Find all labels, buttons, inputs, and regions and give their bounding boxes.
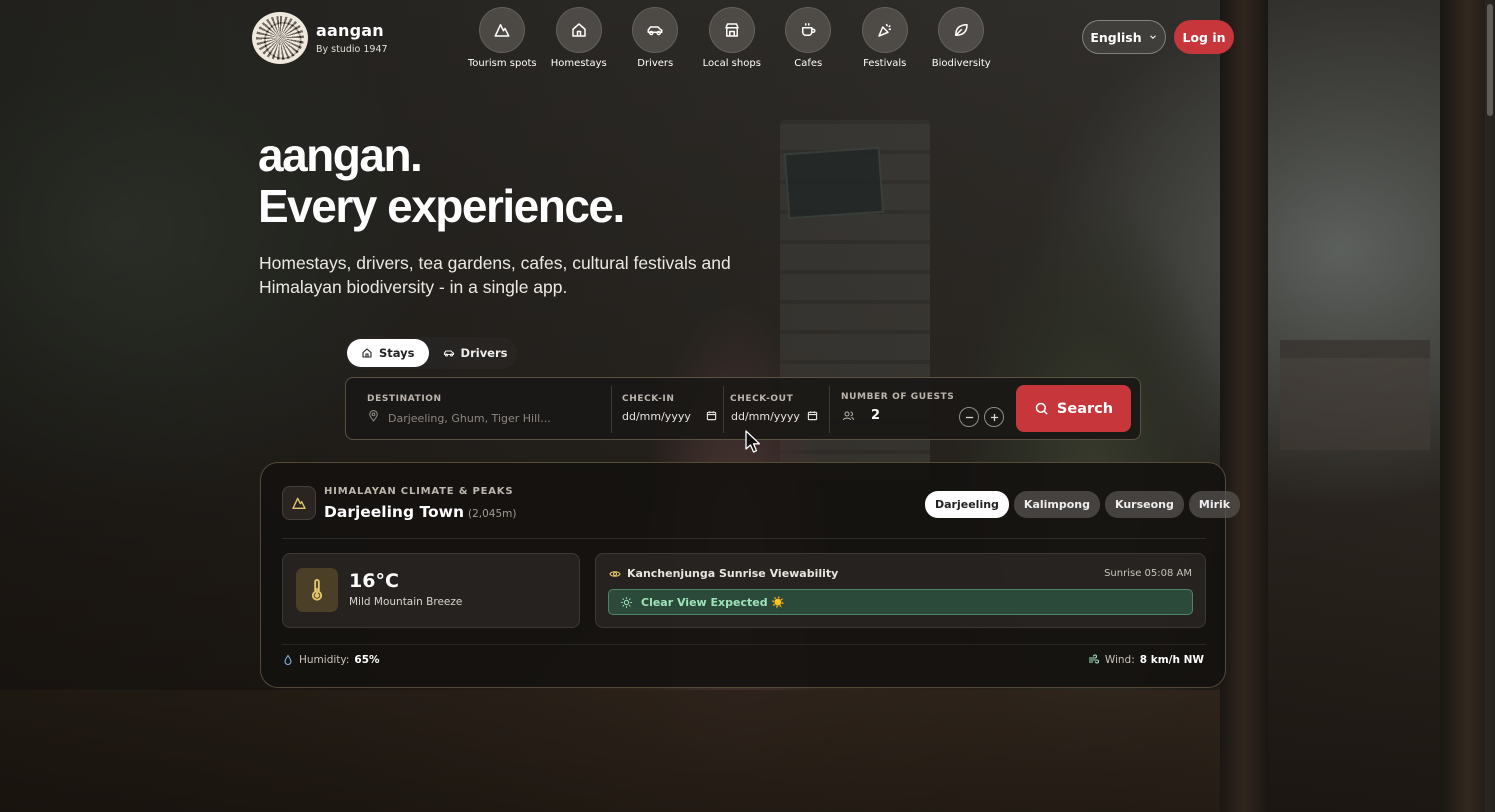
town-tabs: Darjeeling Kalimpong Kurseong Mirik — [925, 491, 1241, 518]
checkin-input[interactable]: dd/mm/yyyy — [622, 410, 691, 423]
nav-item-drivers[interactable]: Drivers — [617, 7, 694, 69]
mode-tabs: Stays Drivers — [345, 337, 517, 369]
town-tab-kalimpong[interactable]: Kalimpong — [1013, 491, 1101, 518]
guests-increment-button[interactable] — [984, 407, 1004, 427]
wind-label: Wind: — [1104, 654, 1135, 666]
eye-icon — [609, 570, 621, 577]
hero-title-line-1: aangan. — [258, 129, 423, 181]
town-tab-darjeeling[interactable]: Darjeeling — [925, 491, 1009, 518]
home-icon — [555, 7, 602, 53]
nav-label: Tourism spots — [467, 58, 537, 69]
field-divider — [829, 386, 830, 433]
nav-label: Homestays — [550, 58, 607, 69]
sunrise-view-title: Kanchenjunga Sunrise Viewability — [627, 567, 839, 580]
nav-item-homestays[interactable]: Homestays — [541, 7, 618, 69]
humidity-value: 65% — [354, 654, 380, 666]
minus-icon — [965, 416, 973, 418]
tab-drivers[interactable]: Drivers — [429, 339, 522, 367]
home-icon — [362, 348, 372, 358]
chevron-down-icon — [1148, 30, 1158, 45]
search-button[interactable]: Search — [1016, 385, 1131, 432]
search-bar: DESTINATION CHECK-IN dd/mm/yyyy CHECK-OU… — [345, 377, 1141, 440]
brand-subtitle: By studio 1947 — [316, 44, 388, 55]
divider — [282, 644, 1206, 645]
divider — [282, 538, 1206, 539]
party-popper-icon — [861, 7, 908, 53]
car-icon — [443, 350, 454, 357]
climate-kicker: HIMALAYAN CLIMATE & PEAKS — [324, 486, 514, 497]
tab-drivers-label: Drivers — [460, 346, 508, 360]
nav-item-cafes[interactable]: Cafes — [770, 7, 847, 69]
page-scrollbar[interactable] — [1485, 0, 1495, 812]
field-divider — [611, 386, 612, 433]
temperature-description: Mild Mountain Breeze — [349, 596, 463, 608]
thermometer-icon — [296, 568, 338, 612]
calendar-icon[interactable] — [706, 410, 717, 421]
coffee-icon — [785, 7, 832, 53]
tab-stays-label: Stays — [379, 346, 415, 360]
store-icon — [708, 7, 755, 53]
wind-value: 8 km/h NW — [1139, 654, 1204, 666]
plus-icon — [990, 413, 998, 421]
login-button[interactable]: Log in — [1174, 20, 1234, 54]
leaf-icon — [938, 7, 985, 53]
temperature-value: 16°C — [349, 570, 399, 592]
mountain-icon — [479, 7, 526, 53]
nav-label: Local shops — [702, 58, 761, 69]
nav-item-tourism-spots[interactable]: Tourism spots — [464, 7, 541, 69]
checkout-input[interactable]: dd/mm/yyyy — [731, 410, 800, 423]
nav-label: Biodiversity — [931, 58, 991, 69]
nav-label: Drivers — [637, 58, 674, 69]
field-divider — [723, 386, 724, 433]
nav-label: Festivals — [863, 58, 907, 69]
view-status-badge: Clear View Expected ☀️ — [608, 589, 1193, 615]
sun-icon — [621, 596, 632, 608]
category-nav: Tourism spots Homestays Drivers Local sh… — [464, 7, 1000, 69]
tab-stays[interactable]: Stays — [347, 339, 429, 367]
language-selector[interactable]: English — [1082, 20, 1166, 54]
nav-item-biodiversity[interactable]: Biodiversity — [923, 7, 1000, 69]
sunrise-time: Sunrise 05:08 AM — [1104, 568, 1192, 579]
wind-metric: Wind: 8 km/h NW — [1087, 654, 1204, 666]
hero-title: aangan. Every experience. — [258, 129, 625, 232]
guests-value[interactable]: 2 — [871, 408, 880, 423]
destination-label: DESTINATION — [367, 394, 442, 404]
guests-decrement-button[interactable] — [959, 407, 979, 427]
scrollbar-thumb[interactable] — [1487, 4, 1493, 116]
brand-logo[interactable]: aangan By studio 1947 — [252, 12, 388, 64]
brand-name: aangan — [316, 21, 384, 40]
mouse-cursor-icon — [745, 430, 761, 453]
checkin-label: CHECK-IN — [622, 394, 675, 404]
town-tab-mirik[interactable]: Mirik — [1188, 491, 1241, 518]
climate-town-title: Darjeeling Town (2,045m) — [324, 503, 516, 521]
search-button-label: Search — [1056, 400, 1114, 417]
hero-subtitle: Homestays, drivers, tea gardens, cafes, … — [259, 253, 731, 297]
sunrise-panel: Kanchenjunga Sunrise Viewability Sunrise… — [595, 553, 1206, 628]
town-name: Darjeeling Town — [324, 503, 464, 521]
guests-label: NUMBER OF GUESTS — [841, 392, 955, 402]
users-icon — [843, 411, 854, 421]
temperature-panel: 16°C Mild Mountain Breeze — [282, 553, 580, 628]
mountain-icon — [282, 486, 316, 520]
search-icon — [1035, 402, 1048, 415]
climate-card: HIMALAYAN CLIMATE & PEAKS Darjeeling Tow… — [260, 462, 1241, 688]
humidity-metric: Humidity: 65% — [282, 654, 380, 666]
hero-title-line-2: Every experience. — [258, 180, 625, 232]
calendar-icon[interactable] — [807, 410, 818, 421]
town-elevation: (2,045m) — [467, 508, 517, 520]
destination-input[interactable] — [388, 409, 603, 427]
view-status-text: Clear View Expected ☀️ — [641, 595, 786, 609]
nav-label: Cafes — [794, 58, 823, 69]
porcupine-logo-icon — [252, 12, 308, 64]
checkout-label: CHECK-OUT — [730, 394, 794, 404]
language-label: English — [1090, 29, 1142, 45]
humidity-label: Humidity: — [299, 654, 350, 666]
nav-item-local-shops[interactable]: Local shops — [694, 7, 771, 69]
map-pin-icon — [369, 410, 378, 422]
car-icon — [632, 7, 679, 53]
nav-item-festivals[interactable]: Festivals — [847, 7, 924, 69]
town-tab-kurseong[interactable]: Kurseong — [1105, 491, 1184, 518]
droplet-icon — [284, 654, 292, 665]
wind-icon — [1088, 654, 1099, 664]
